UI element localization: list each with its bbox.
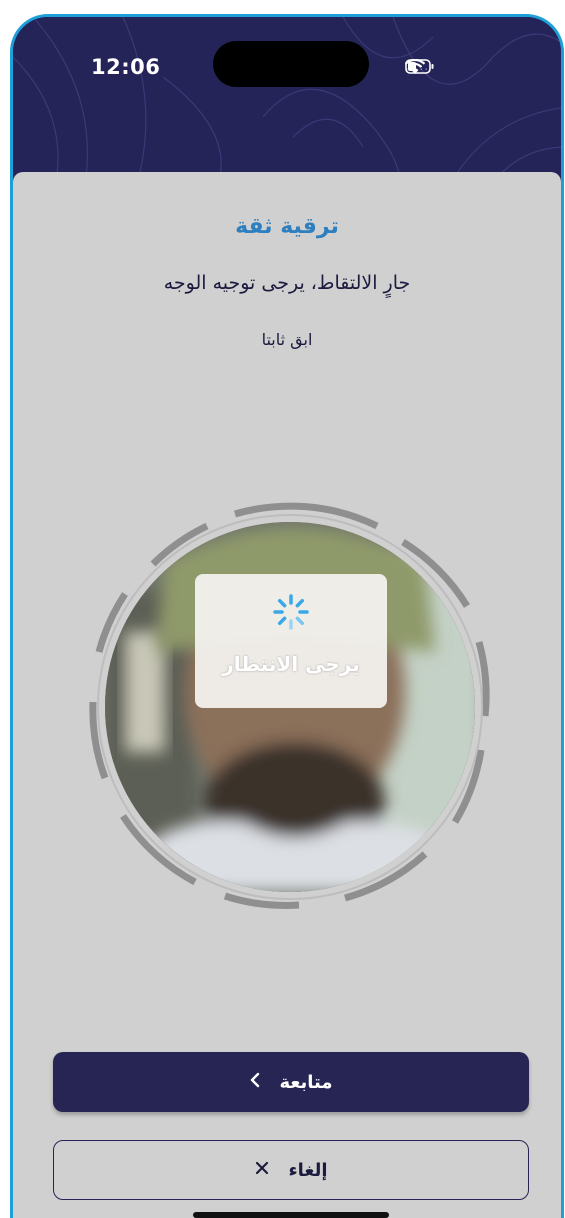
cancel-button[interactable]: إلغاء (53, 1140, 529, 1200)
capture-instruction: جارٍ الالتقاط، يرجى توجيه الوجه (163, 272, 411, 294)
home-indicator (193, 1212, 389, 1218)
continue-label: متابعة (279, 1071, 333, 1093)
chevron-left-icon (249, 1072, 261, 1093)
status-time: 12:06 (91, 55, 161, 79)
status-icons: ..... (405, 59, 445, 74)
loading-label: يرجى الانتظار (222, 652, 360, 676)
close-icon (254, 1160, 270, 1181)
cancel-label: إلغاء (288, 1159, 328, 1181)
spinner-icon (273, 594, 309, 630)
content-sheet: ترقية ثقة جارٍ الالتقاط، يرجى توجيه الوج… (13, 172, 561, 1218)
header-background: 12:06 ..... (13, 17, 561, 197)
continue-button[interactable]: متابعة (53, 1052, 529, 1112)
loading-overlay: يرجى الانتظار (195, 574, 387, 708)
phone-screen: 12:06 ..... ترقية ثقة جارٍ الالتقاط، يرج… (10, 14, 564, 1218)
dynamic-island (213, 41, 369, 87)
stay-still-hint: ابق ثابتا (261, 330, 313, 349)
page-title: ترقية ثقة (235, 214, 339, 239)
